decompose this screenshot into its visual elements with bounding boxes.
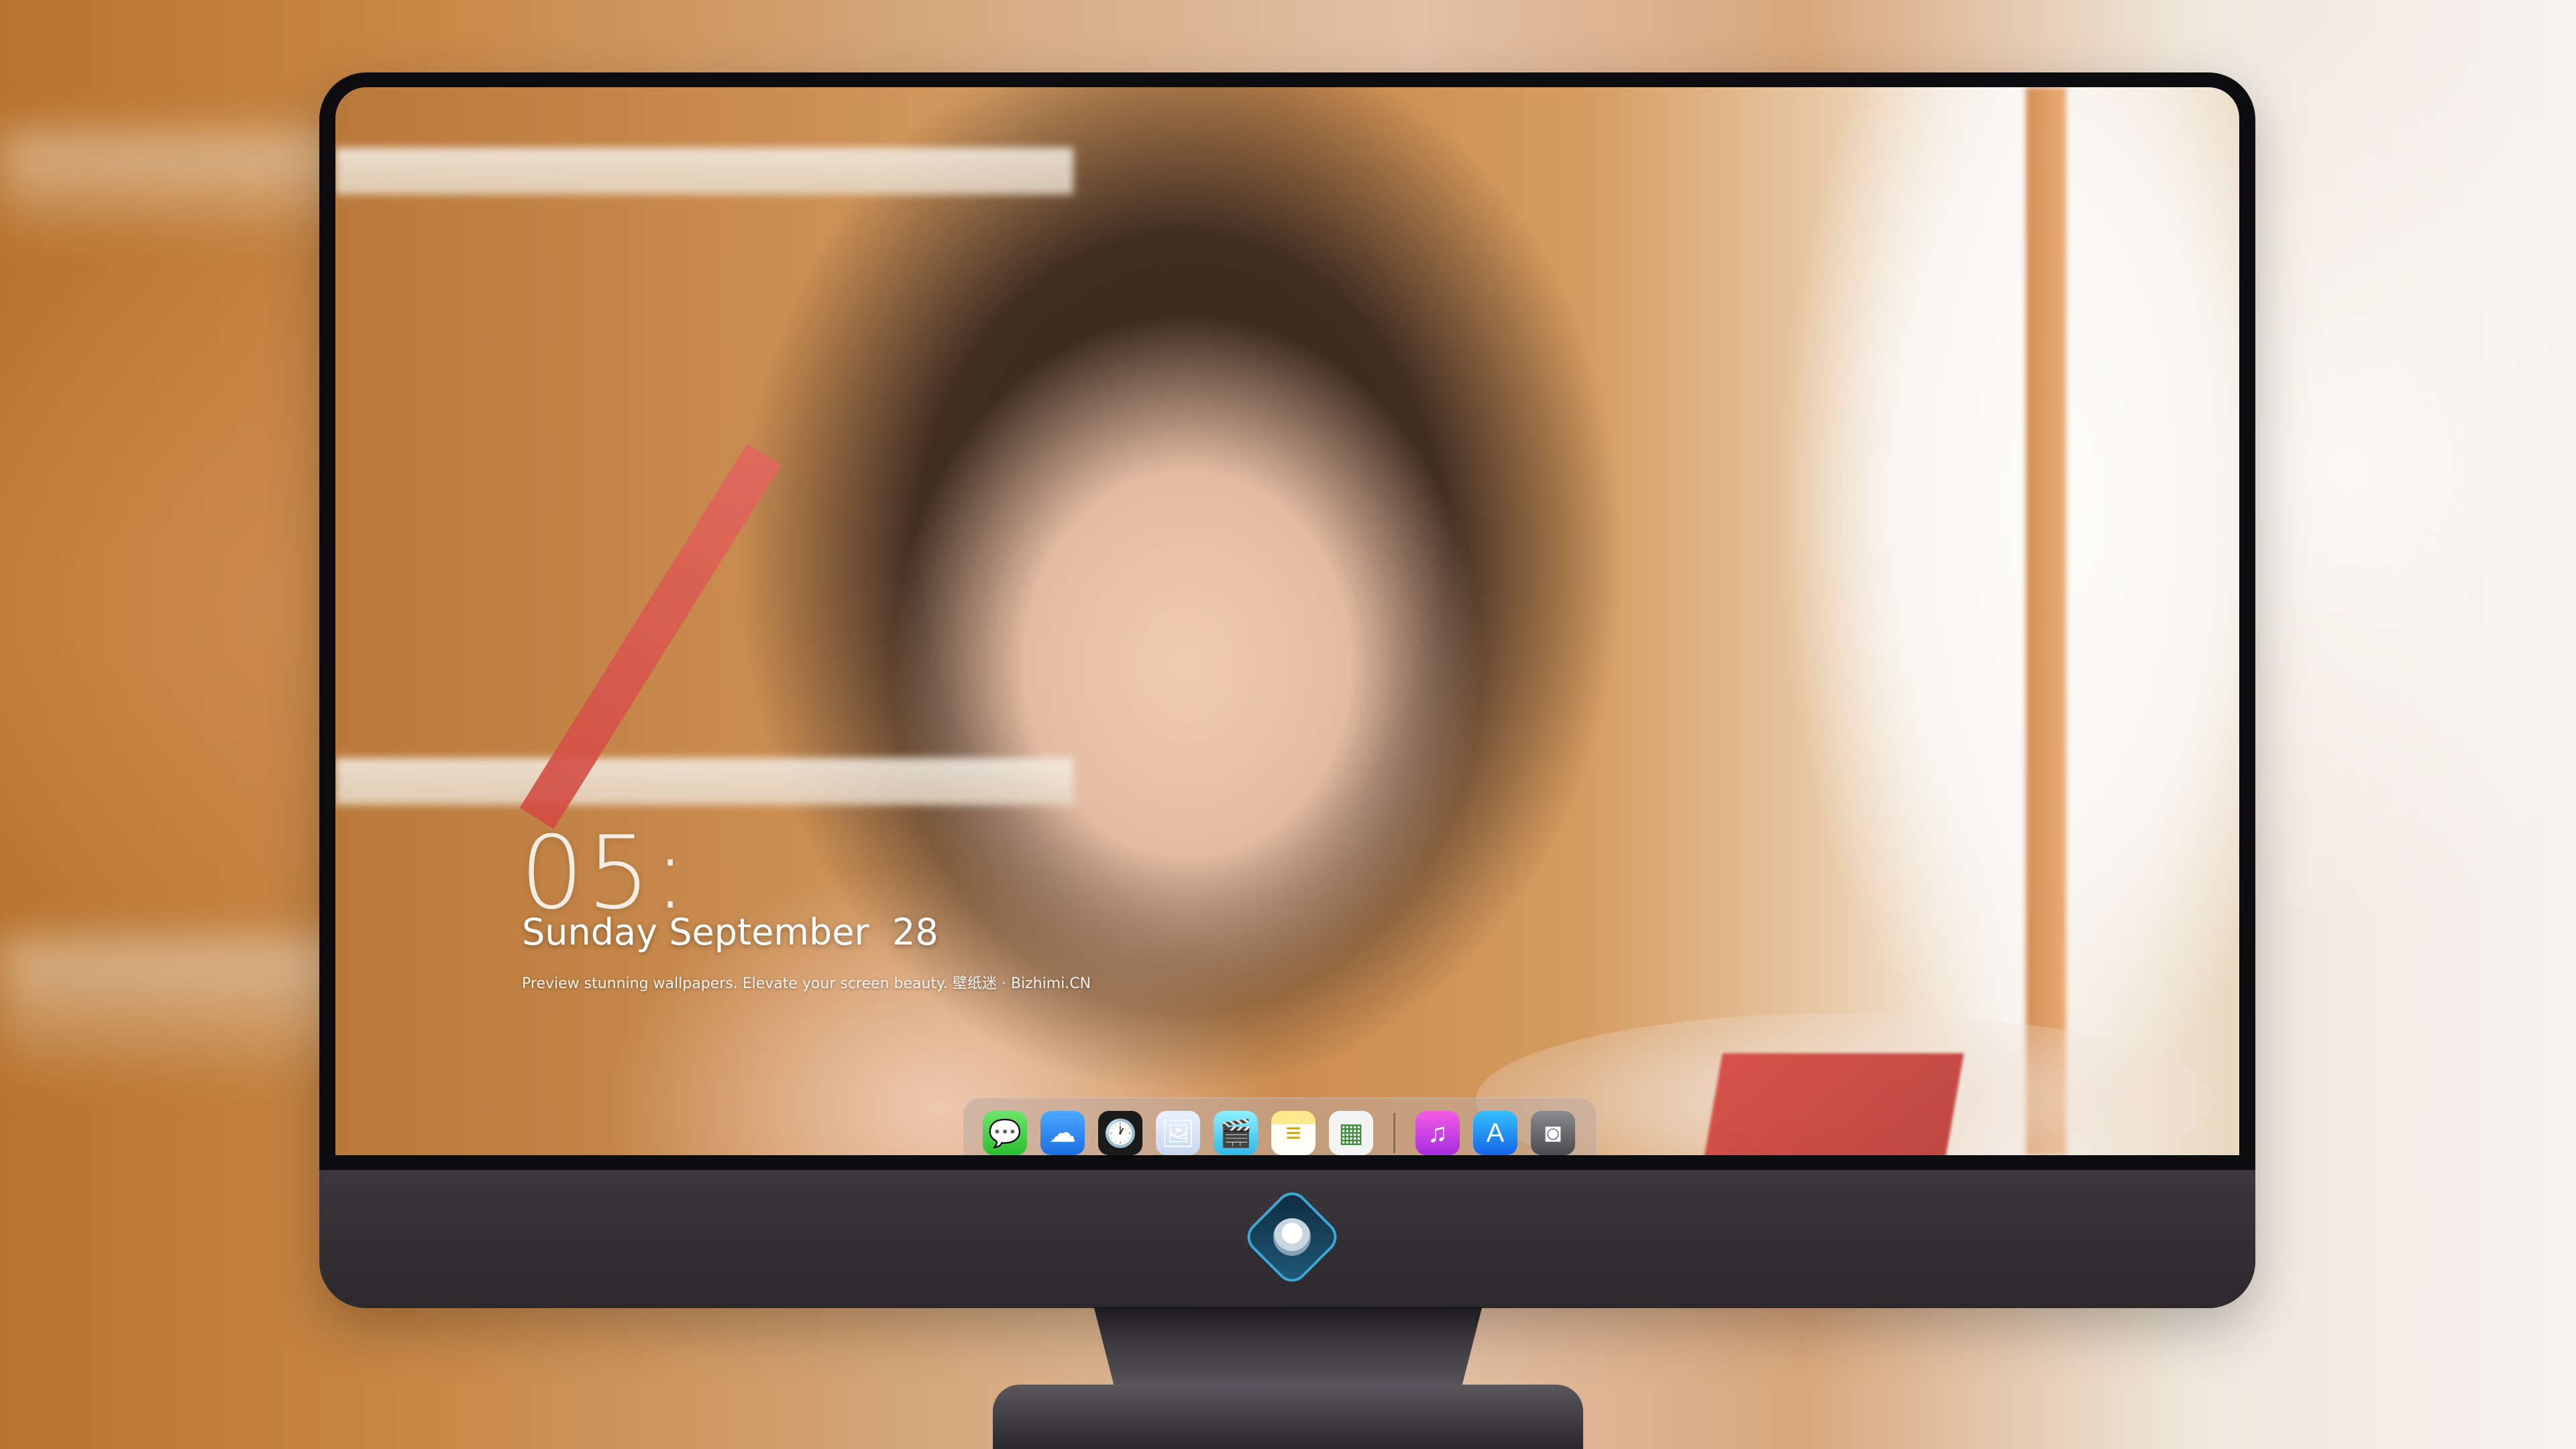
monitor-chin <box>319 1170 2255 1308</box>
brand-logo-icon <box>1244 1189 1340 1285</box>
mascot-icon <box>1273 1218 1311 1256</box>
monitor-stand-base <box>993 1385 1583 1449</box>
notes-icon[interactable]: ≡ <box>1271 1111 1316 1155</box>
app-store-icon[interactable]: A <box>1473 1111 1517 1155</box>
wallpaper-dress <box>1699 1053 1964 1155</box>
dock: 💬 ☁ 🕐 🖼 🎬 ≡ ▦ ♫ A ◙ <box>963 1097 1597 1155</box>
dock-separator <box>1393 1113 1395 1153</box>
camera-icon[interactable]: ◙ <box>1531 1111 1575 1155</box>
messages-icon[interactable]: 💬 <box>983 1111 1027 1155</box>
wallpaper-shelf <box>335 148 1073 195</box>
video-icon[interactable]: 🎬 <box>1214 1111 1258 1155</box>
photos-icon[interactable]: ▦ <box>1329 1111 1373 1155</box>
clock-icon[interactable]: 🕐 <box>1098 1111 1142 1155</box>
wallpaper-window-frame <box>2026 87 2066 1155</box>
music-icon[interactable]: ♫ <box>1415 1111 1460 1155</box>
preview-icon[interactable]: 🖼 <box>1156 1111 1200 1155</box>
monitor-stand-neck <box>1093 1307 1483 1387</box>
lockscreen-tagline: Preview stunning wallpapers. Elevate you… <box>522 975 1091 992</box>
wallpaper-shelf <box>335 758 1073 805</box>
monitor: 05: Sunday September 28 Preview stunning… <box>319 72 2255 1308</box>
wallpaper-screen: 05: Sunday September 28 Preview stunning… <box>335 87 2239 1155</box>
weather-icon[interactable]: ☁ <box>1040 1111 1085 1155</box>
lockscreen-date: Sunday September 28 <box>522 911 938 953</box>
